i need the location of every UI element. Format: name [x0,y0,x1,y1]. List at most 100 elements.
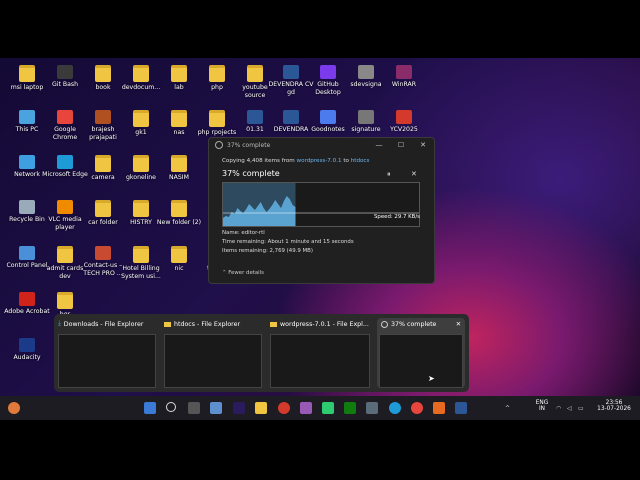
word-icon[interactable] [455,402,467,414]
app-icon [95,110,111,124]
edge-icon[interactable] [389,402,401,414]
app-icon [358,65,374,79]
switcher-item-wordpress[interactable]: wordpress-7.0.1 - File Expl... [268,318,372,388]
switcher-title: wordpress-7.0.1 - File Expl... [280,320,369,328]
chevron-up-icon[interactable]: ^ [505,405,510,412]
chevron-up-icon: ⌃ [222,270,227,276]
chrome-icon[interactable] [411,402,423,414]
folder-icon [57,246,73,263]
wifi-icon[interactable]: ◠ [556,405,561,412]
app-icon [57,65,73,79]
maximize-button[interactable]: ☐ [390,141,412,149]
folder-icon [133,110,149,127]
volume-icon[interactable]: ◁ [567,405,572,412]
xbox-icon[interactable] [344,402,356,414]
download-icon: ⤓ [58,320,61,327]
desktop-icon[interactable]: YCV2025 [381,110,427,134]
desktop: msi laptop Git Bash book devdocum... lab php y… [0,58,640,420]
mouse-cursor-icon: ➤ [428,374,435,383]
fewer-details-label: Fewer details [228,270,264,276]
switcher-close-button[interactable]: ✕ [456,321,461,328]
alt-tab-switcher: ⤓ Downloads - File Explorer htdocs - File… [54,314,469,392]
file-explorer-icon[interactable] [255,402,267,414]
folder-icon [133,65,149,82]
folder-icon [171,246,187,263]
app-icon [19,292,35,306]
close-button[interactable]: ✕ [412,141,434,149]
copilot-icon[interactable] [300,402,312,414]
folder-icon [19,65,35,82]
switcher-title: htdocs - File Explorer [174,320,241,328]
switcher-item-htdocs[interactable]: htdocs - File Explorer [162,318,264,388]
folder-icon [133,246,149,263]
start-button-icon[interactable] [144,402,156,414]
folder-icon [209,65,225,82]
fewer-details-button[interactable]: ⌃ Fewer details [222,270,264,276]
window-thumbnail [58,334,156,388]
settings-icon[interactable] [366,402,378,414]
switcher-title: Downloads - File Explorer [63,320,144,328]
copying-text: Copying 4,408 items from [222,158,297,164]
app-icon [95,246,111,260]
desktop-icon-label: WinRAR [391,81,417,88]
folder-icon [95,65,111,82]
time-remaining: Time remaining: About 1 minute and 15 se… [222,239,354,245]
clock[interactable]: 23:56 13-07-2026 [594,400,634,412]
folder-icon [171,200,187,217]
app-icon [19,200,35,214]
cancel-button[interactable]: ✕ [411,170,417,178]
window-thumbnail [164,334,262,388]
language-indicator[interactable]: ENG IN [533,400,551,412]
app-icon [283,110,299,124]
app-icon [320,65,336,79]
app-icon [396,65,412,79]
transfer-speed-graph [222,182,420,227]
desktop-icon-label: Audacity [13,354,41,361]
minimize-button[interactable]: — [368,141,390,149]
switcher-item-downloads[interactable]: ⤓ Downloads - File Explorer [56,318,158,388]
premiere-icon[interactable] [233,402,245,414]
items-remaining: Items remaining: 2,769 (49.9 MB) [222,248,313,254]
folder-icon [270,321,277,327]
app-icon [358,110,374,124]
battery-icon[interactable]: ▭ [578,405,584,412]
app-icon [19,110,35,124]
to-text: to [341,158,351,164]
folder-icon [209,110,225,127]
chrome-icon[interactable] [278,402,290,414]
search-icon[interactable] [166,402,176,412]
current-file-name: Name: editor-rtl [222,230,265,236]
app-icon [57,110,73,124]
copy-progress-dialog[interactable]: 37% complete — ☐ ✕ Copying 4,408 items f… [208,137,435,284]
app-icon [19,155,35,169]
region-code: IN [538,406,546,412]
app-icon [396,110,412,124]
task-view-icon[interactable] [188,402,200,414]
desktop-icon[interactable]: Audacity [4,338,50,362]
desktop-icon-label: YCV2025 [390,126,418,133]
app-icon [283,65,299,79]
window-thumbnail [270,334,370,388]
switcher-item-copy-dialog[interactable]: 37% complete ✕ ➤ [377,318,465,388]
desktop-icon[interactable]: WinRAR [381,65,427,89]
widgets-icon[interactable] [8,402,20,414]
dialog-title: 37% complete [227,141,271,149]
app-icon[interactable] [322,402,334,414]
taskbar: ^ ENG IN ◠ ◁ ▭ 23:56 13-07-2026 [0,396,640,420]
pause-button[interactable]: ⏸ [387,170,391,179]
folder-icon [95,200,111,217]
dialog-titlebar[interactable]: 37% complete — ☐ ✕ [209,138,434,152]
folder-icon [133,155,149,172]
folder-icon [247,65,263,82]
store-icon[interactable] [210,402,222,414]
window-thumbnail [379,334,463,388]
folder-icon [171,110,187,127]
copy-icon [215,141,223,149]
folder-icon [57,292,73,309]
xampp-icon[interactable] [433,402,445,414]
copy-icon [381,320,388,328]
source-link[interactable]: wordpress-7.0.1 [297,158,342,164]
folder-icon [133,200,149,217]
destination-link[interactable]: htdocs [351,158,370,164]
app-icon [57,155,73,169]
